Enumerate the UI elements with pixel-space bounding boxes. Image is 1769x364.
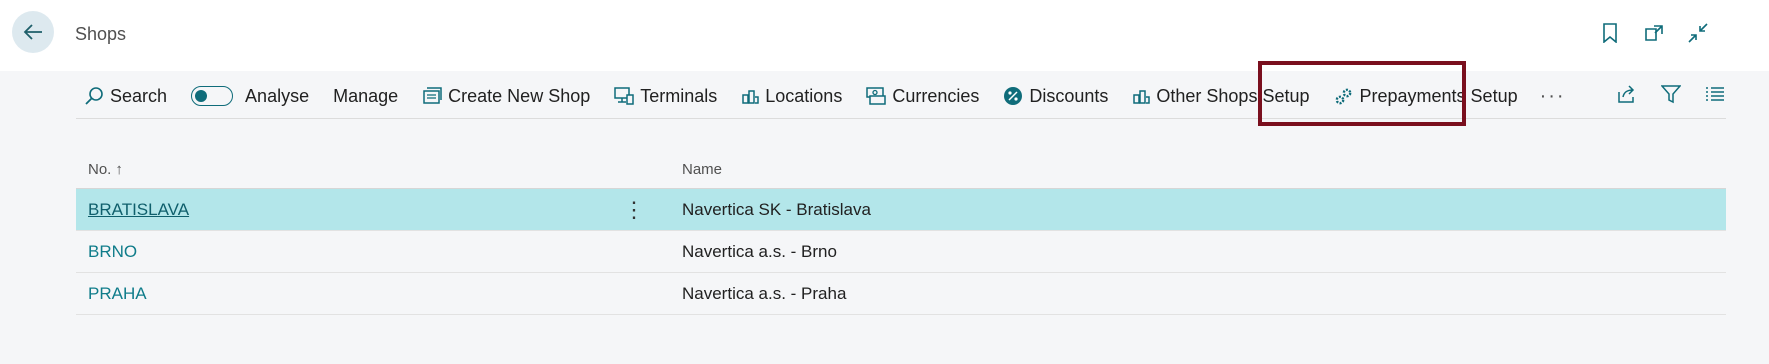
setup-buildings-icon [1133,90,1151,104]
locations-button[interactable]: Locations [729,78,854,114]
collapse-icon [1688,23,1708,43]
share-icon [1618,85,1635,103]
analyse-toggle[interactable]: Analyse [179,78,321,114]
back-arrow-icon [23,24,42,40]
list-tools [1615,82,1727,106]
more-options-button[interactable]: ··· [1530,85,1576,108]
discounts-label: Discounts [1029,85,1109,106]
cell-no: BRNO [76,242,596,262]
shop-no-link[interactable]: BRATISLAVA [88,200,189,220]
search-button[interactable]: Search [76,78,179,114]
search-label: Search [110,85,168,106]
currencies-button[interactable]: Currencies [854,78,991,114]
sort-ascending-icon: ↑ [115,160,123,178]
cell-name: Navertica a.s. - Brno [682,241,837,261]
locations-icon [742,90,760,104]
table-row[interactable]: BRNO Navertica a.s. - Brno [76,231,1726,273]
create-document-icon [423,87,442,104]
column-no-label: No. [88,160,112,178]
table-header: No. ↑ Name [76,150,1726,189]
cell-no: BRATISLAVA [76,200,596,220]
filter-button[interactable] [1659,82,1683,106]
percent-icon [1004,87,1023,105]
create-new-shop-label: Create New Shop [448,85,591,106]
share-button[interactable] [1615,82,1639,106]
column-header-name[interactable]: Name [672,161,1726,178]
terminals-button[interactable]: Terminals [602,78,729,114]
shops-table: No. ↑ Name BRATISLAVA ⋮ Navertica SK - B… [76,150,1726,315]
highlight-box [1258,61,1466,126]
analyse-label: Analyse [245,85,310,106]
top-bar: Shops [0,0,1769,71]
cell-no: PRAHA [76,284,596,304]
table-row[interactable]: BRATISLAVA ⋮ Navertica SK - Bratislava [76,189,1726,231]
manage-menu[interactable]: Manage [321,78,410,114]
locations-label: Locations [765,85,843,106]
list-icon [1706,87,1724,101]
currencies-label: Currencies [892,85,980,106]
create-new-shop-button[interactable]: Create New Shop [410,78,602,114]
shop-no-link[interactable]: PRAHA [88,284,147,304]
bookmark-button[interactable] [1599,22,1621,44]
terminals-label: Terminals [640,85,718,106]
open-in-new-window-icon [1645,25,1663,41]
toggle-switch-icon [191,86,234,106]
back-button[interactable] [12,11,54,53]
manage-label: Manage [333,85,399,106]
cell-name: Navertica SK - Bratislava [682,199,871,219]
row-actions-menu-icon[interactable]: ⋮ [623,198,645,221]
search-icon [85,87,103,105]
terminal-icon [614,87,634,105]
page-title: Shops [75,24,127,44]
shop-no-link[interactable]: BRNO [88,242,137,262]
currencies-icon [866,87,887,105]
bookmark-icon [1603,23,1617,43]
action-bar: Search Analyse Manage Create New Shop Te… [76,74,1726,119]
open-new-window-button[interactable] [1643,22,1665,44]
column-header-no[interactable]: No. ↑ [76,161,596,178]
collapse-button[interactable] [1687,22,1709,44]
filter-icon [1661,85,1681,104]
cell-menu: ⋮ [596,198,672,221]
cell-name: Navertica a.s. - Praha [682,283,847,303]
page-actions [1599,22,1709,44]
list-view-button[interactable] [1703,82,1727,106]
table-row[interactable]: PRAHA Navertica a.s. - Praha [76,273,1726,315]
discounts-button[interactable]: Discounts [991,78,1120,114]
